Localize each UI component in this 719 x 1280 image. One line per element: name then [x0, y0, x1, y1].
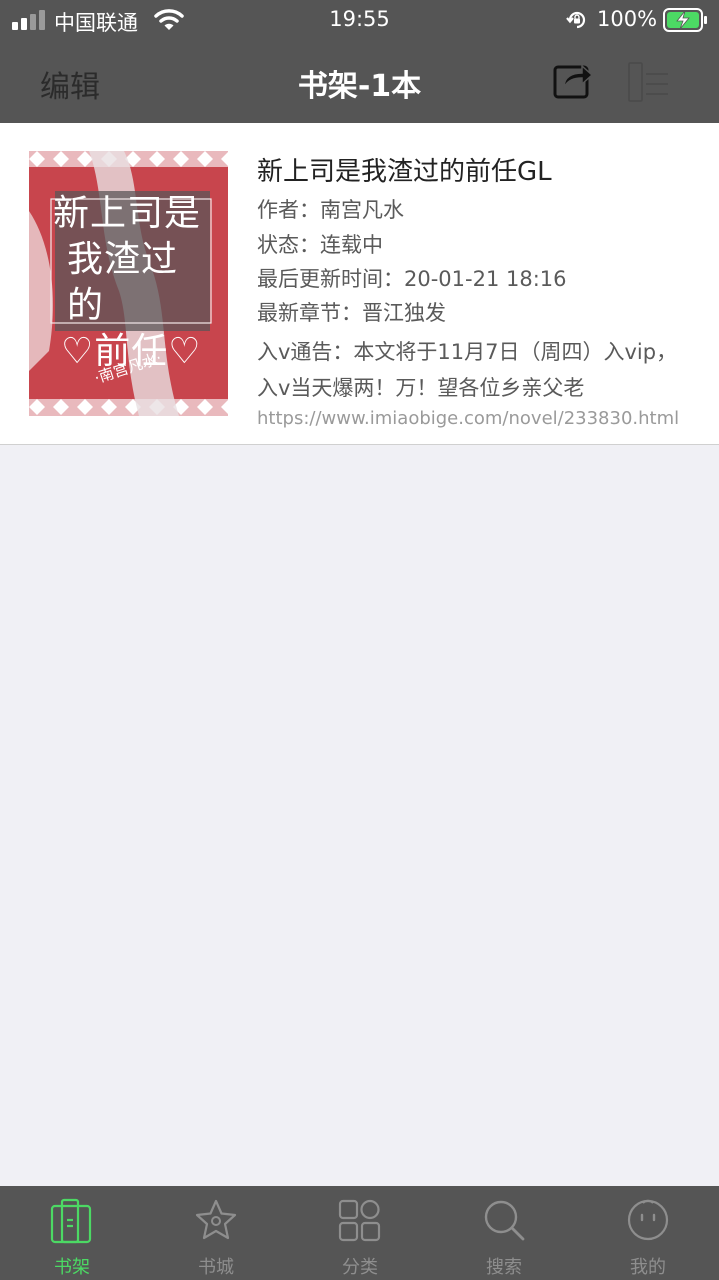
status-bar: 中国联通 19:55 100%	[0, 0, 719, 40]
tab-profile[interactable]: 我的	[576, 1186, 719, 1280]
book-notice: 入ⅴ通告：本文将于11月7日（周四）入vip，入ⅴ当天爆两！万！望各位乡亲父老	[257, 340, 678, 400]
tab-label: 我的	[630, 1257, 666, 1278]
cover-title-line: 我渣过的	[67, 239, 179, 326]
book-url[interactable]: https://www.imiaobige.com/novel/233830.h…	[257, 408, 679, 429]
top-bar: 中国联通 19:55 100% 编辑 书架-1本	[0, 0, 719, 123]
page-title: 书架-1本	[297, 69, 422, 104]
category-grid-icon	[338, 1199, 381, 1242]
book-list-item[interactable]: 新上司是 我渣过的 ♡前任♡ ·南宫凡水· 新上司是我渣过的前任GL 作者：南宫…	[0, 123, 719, 445]
battery-charging-icon	[663, 8, 707, 32]
book-latest-chapter: 最新章节：晋江独发	[257, 301, 446, 325]
tab-bookshelf[interactable]: 书架	[0, 1186, 144, 1280]
tab-label: 书架	[54, 1257, 90, 1278]
book-author: 作者：南宫凡水	[257, 198, 404, 222]
battery-percent: 100%	[597, 7, 658, 31]
cover-title: 新上司是 我渣过的 ♡前任♡	[53, 191, 213, 375]
bookshelf-icon	[50, 1198, 92, 1244]
tab-category[interactable]: 分类	[288, 1186, 432, 1280]
tab-bar: 书架 书城 分类 搜索 我的	[0, 1186, 719, 1280]
profile-face-icon	[627, 1199, 669, 1241]
tab-label: 书城	[198, 1257, 234, 1278]
tab-label: 搜索	[486, 1257, 522, 1278]
book-title[interactable]: 新上司是我渣过的前任GL	[257, 151, 552, 188]
book-cover[interactable]: 新上司是 我渣过的 ♡前任♡ ·南宫凡水·	[29, 151, 228, 416]
menu-icon[interactable]	[626, 60, 670, 104]
book-updated-time: 最后更新时间：20-01-21 18:16	[257, 267, 567, 291]
book-status: 状态：连载中	[257, 233, 383, 257]
tab-bookstore[interactable]: 书城	[144, 1186, 288, 1280]
search-icon	[484, 1200, 525, 1241]
share-icon[interactable]	[552, 61, 594, 101]
cover-title-line: 新上司是	[53, 193, 202, 234]
tab-search[interactable]: 搜索	[432, 1186, 576, 1280]
tab-label: 分类	[342, 1257, 378, 1278]
star-icon	[195, 1199, 237, 1240]
rotation-lock-icon	[566, 11, 586, 29]
navigation-bar: 编辑 书架-1本	[0, 40, 719, 123]
